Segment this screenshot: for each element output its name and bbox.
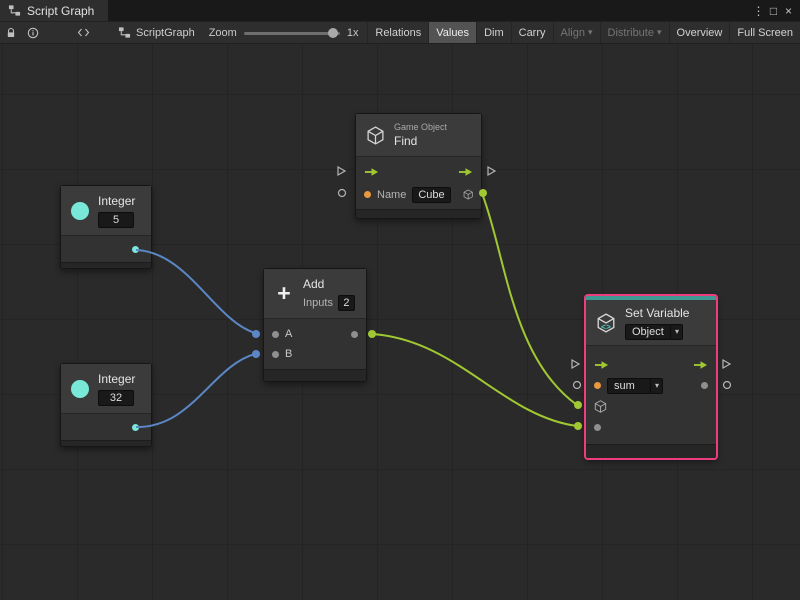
carry-button[interactable]: Carry [511, 22, 553, 43]
port-label-b: B [285, 348, 292, 360]
window-menu-icon[interactable]: ⋮ [751, 4, 766, 18]
toolbar-buttons: Relations Values Dim Carry Align Distrib… [367, 22, 800, 43]
flow-out-arrow-icon[interactable] [693, 360, 708, 370]
node-integer-5[interactable]: Integer 5 [60, 185, 152, 269]
variable-kind-dropdown[interactable]: Object [625, 324, 683, 340]
output-port-sum[interactable] [351, 331, 358, 338]
integer-type-icon [71, 202, 89, 220]
zoom-label: Zoom [209, 27, 237, 39]
zoom-slider-handle[interactable] [328, 28, 338, 38]
add-icon: + [274, 282, 294, 305]
set-variable-icon: <> [596, 313, 616, 333]
node-title: Set Variable [625, 306, 689, 320]
relations-button[interactable]: Relations [367, 22, 428, 43]
distribute-dropdown-button[interactable]: Distribute [600, 22, 669, 43]
wire-integer5-to-add-a [136, 250, 255, 333]
port-label-a: A [285, 328, 292, 340]
name-value-field[interactable]: Cube [412, 187, 450, 203]
code-view-button[interactable] [72, 22, 94, 43]
integer-value-field[interactable]: 32 [98, 390, 134, 406]
full-screen-button[interactable]: Full Screen [729, 22, 800, 43]
integer-value-field[interactable]: 5 [98, 212, 134, 228]
window-maximize-icon[interactable]: □ [766, 4, 781, 18]
input-port-a[interactable] [272, 331, 279, 338]
zoom-slider[interactable] [244, 27, 340, 39]
connected-port-setvariable-value[interactable] [574, 422, 582, 430]
name-label: Name [377, 189, 406, 201]
variable-name-port[interactable] [594, 382, 601, 389]
zoom-control: Zoom 1x [203, 27, 365, 39]
graph-icon [8, 4, 21, 17]
tab-title: Script Graph [27, 4, 94, 18]
node-set-variable[interactable]: <> Set Variable Object [585, 295, 717, 459]
node-add[interactable]: + Add Inputs 2 A B [263, 268, 367, 382]
flow-in-port-setvariable[interactable] [572, 360, 579, 368]
zoom-value: 1x [347, 27, 359, 39]
flow-in-port-find[interactable] [338, 167, 345, 175]
flow-out-arrow-icon[interactable] [458, 167, 473, 177]
chevron-down-icon [670, 325, 679, 339]
connected-port-add-b[interactable] [252, 350, 260, 358]
graph-canvas[interactable]: Integer 5 Integer 32 + Add [0, 44, 800, 600]
code-icon [77, 27, 90, 38]
object-target-port-icon[interactable] [594, 400, 607, 413]
wire-add-to-setvariable-value [372, 334, 577, 426]
name-in-port-setvariable[interactable] [574, 382, 581, 389]
node-title: Integer [98, 194, 135, 208]
flow-out-port-find[interactable] [488, 167, 495, 175]
connected-port-setvariable-object[interactable] [574, 401, 582, 409]
flow-out-port-setvariable[interactable] [723, 360, 730, 368]
svg-text:<>: <> [601, 321, 611, 331]
variable-name-dropdown[interactable]: sum [607, 378, 663, 394]
info-button[interactable] [22, 22, 44, 43]
window-titlebar: Script Graph ⋮ □ × [0, 0, 800, 21]
zoom-slider-track [244, 32, 340, 35]
graph-toolbar: ScriptGraph Zoom 1x Relations Values Dim… [0, 21, 800, 44]
node-title: Find [394, 134, 447, 148]
chevron-down-icon [650, 379, 659, 393]
integer-output-port[interactable] [132, 424, 139, 431]
variable-name-value: sum [614, 380, 635, 392]
overview-button[interactable]: Overview [669, 22, 730, 43]
connected-port-add-out[interactable] [368, 330, 376, 338]
integer-output-port[interactable] [132, 246, 139, 253]
game-object-output-icon[interactable] [463, 188, 473, 201]
node-game-object-find[interactable]: Game Object Find Name Cube [355, 113, 482, 219]
value-in-port-find[interactable] [339, 190, 346, 197]
node-title: Integer [98, 372, 135, 386]
info-icon [27, 27, 39, 39]
flow-in-arrow-icon[interactable] [364, 167, 379, 177]
wire-find-to-setvariable-object [483, 196, 577, 405]
game-object-cube-icon [366, 126, 385, 145]
breadcrumb-graph[interactable]: ScriptGraph [110, 26, 203, 39]
breadcrumb-label: ScriptGraph [136, 27, 195, 39]
name-input-port[interactable] [364, 191, 371, 198]
value-out-port-setvariable[interactable] [724, 382, 731, 389]
graph-icon [118, 26, 131, 39]
value-input-port[interactable] [594, 424, 601, 431]
values-button[interactable]: Values [428, 22, 476, 43]
wire-integer32-to-add-b [136, 354, 255, 427]
flow-in-arrow-icon[interactable] [594, 360, 609, 370]
input-port-b[interactable] [272, 351, 279, 358]
inputs-count-field[interactable]: 2 [338, 295, 355, 311]
window-controls: ⋮ □ × [751, 0, 800, 21]
node-integer-32[interactable]: Integer 32 [60, 363, 152, 447]
lock-button[interactable] [0, 22, 22, 43]
node-title: Add [303, 277, 355, 291]
variable-kind-value: Object [632, 326, 664, 338]
integer-type-icon [71, 380, 89, 398]
align-dropdown-button[interactable]: Align [553, 22, 600, 43]
inputs-label: Inputs [303, 297, 333, 309]
tab-script-graph[interactable]: Script Graph [0, 0, 108, 21]
window-close-icon[interactable]: × [781, 4, 796, 18]
dim-button[interactable]: Dim [476, 22, 511, 43]
connected-port-add-a[interactable] [252, 330, 260, 338]
node-category: Game Object [394, 122, 447, 132]
lock-icon [5, 27, 17, 39]
value-output-port[interactable] [701, 382, 708, 389]
